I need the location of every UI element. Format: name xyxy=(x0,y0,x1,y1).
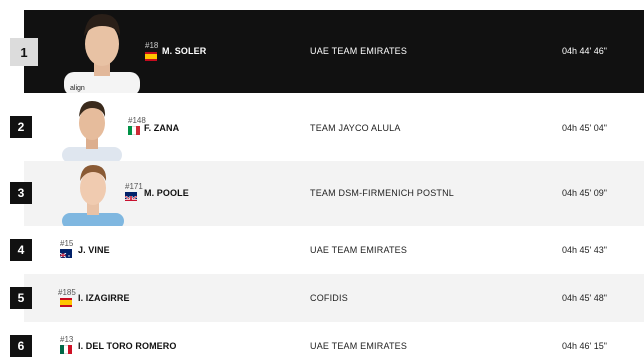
result-row-6[interactable]: 6 #13 I. DEL TORO ROMERO UAE TEAM EMIRAT… xyxy=(10,322,644,362)
team-name: TEAM DSM-FIRMENICH POSTNL xyxy=(310,188,455,198)
result-row-2[interactable]: 2 #148 F. ZANA TEAM JAYCO ALULA 04h 45' … xyxy=(10,93,644,161)
rank-badge: 4 xyxy=(10,239,32,261)
team-name: TEAM JAYCO ALULA xyxy=(310,123,401,133)
rider-photo xyxy=(60,161,126,226)
result-row-3[interactable]: 3 #171 M. POOLE TEAM DSM-FIRMENICH POSTN… xyxy=(10,161,644,226)
team-name: UAE TEAM EMIRATES xyxy=(310,341,408,351)
result-row-5[interactable]: 5 #185 I. IZAGIRRE COFIDIS 04h 45' 48" xyxy=(10,274,644,322)
australia-flag-icon xyxy=(60,249,72,258)
bib-number: #15 xyxy=(60,239,74,248)
finish-time: 04h 45' 09" xyxy=(562,188,607,198)
finish-time: 04h 45' 04" xyxy=(562,123,607,133)
rank-badge: 6 xyxy=(10,335,32,357)
team-name: COFIDIS xyxy=(310,293,348,303)
rider-name[interactable]: I. IZAGIRRE xyxy=(78,293,130,303)
finish-time: 04h 45' 43" xyxy=(562,245,607,255)
spain-flag-icon xyxy=(60,298,72,307)
finish-time: 04h 46' 15" xyxy=(562,341,607,351)
rank-badge: 3 xyxy=(10,182,32,204)
rank-badge: 5 xyxy=(10,287,32,309)
rider-name[interactable]: M. POOLE xyxy=(144,188,189,198)
finish-time: 04h 45' 48" xyxy=(562,293,607,303)
rider-name[interactable]: I. DEL TORO ROMERO xyxy=(78,341,176,351)
bib-number: #185 xyxy=(58,288,76,297)
team-name: UAE TEAM EMIRATES xyxy=(310,245,408,255)
uk-flag-icon xyxy=(125,192,137,201)
team-name: UAE TEAM EMIRATES xyxy=(310,46,408,56)
rider-name[interactable]: F. ZANA xyxy=(144,123,179,133)
rider-photo: align xyxy=(60,10,144,93)
bib-number: #171 xyxy=(125,182,143,191)
mexico-flag-icon xyxy=(60,345,72,354)
rider-photo xyxy=(60,95,124,161)
rider-name[interactable]: J. VINE xyxy=(78,245,110,255)
bib-number: #18 xyxy=(145,41,159,50)
italy-flag-icon xyxy=(128,126,140,135)
rank-badge: 1 xyxy=(10,38,38,66)
rider-name[interactable]: M. SOLER xyxy=(162,46,206,56)
result-row-1[interactable]: 1 align #18 M. SOLER UAE TEAM EMIRATES 0… xyxy=(10,10,644,93)
finish-time: 04h 44' 46" xyxy=(562,46,607,56)
svg-text:align: align xyxy=(70,85,85,92)
bib-number: #13 xyxy=(60,335,74,344)
spain-flag-icon xyxy=(145,52,157,61)
result-row-4[interactable]: 4 #15 J. VINE UAE TEAM EMIRATES 04h 45' … xyxy=(10,226,644,274)
rank-badge: 2 xyxy=(10,116,32,138)
